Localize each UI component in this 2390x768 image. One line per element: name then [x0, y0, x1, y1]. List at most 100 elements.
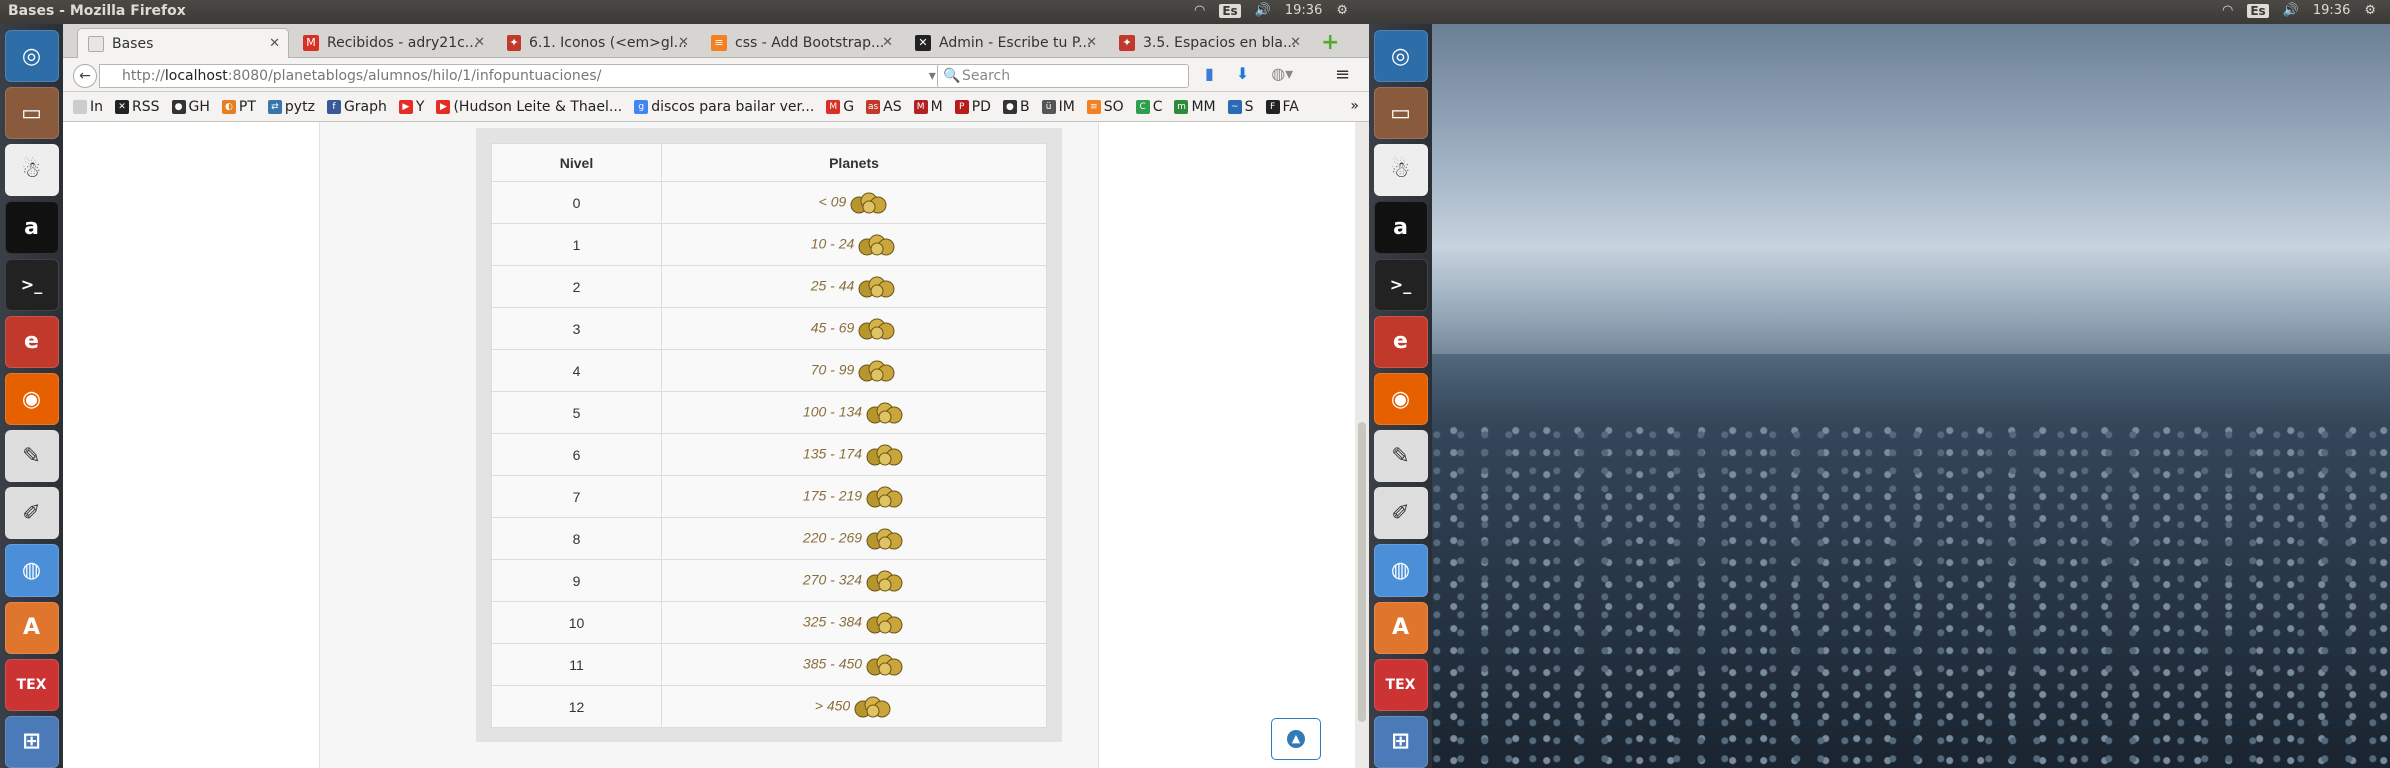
bookmark-pytz[interactable]: ⇄ pytz — [267, 99, 315, 115]
bookmark-im[interactable]: ü IM — [1041, 99, 1075, 115]
bookmark-mm[interactable]: m MM — [1174, 99, 1216, 115]
gear-icon[interactable]: ⚙ — [2364, 3, 2376, 18]
close-icon[interactable]: ✕ — [882, 35, 893, 50]
tab-label: css - Add Bootstrap... — [735, 35, 885, 51]
bookmark-as[interactable]: as AS — [866, 99, 902, 115]
inkscape-icon[interactable]: ☃ — [4, 144, 59, 197]
notes-icon[interactable]: ✐ — [1373, 487, 1428, 540]
bookmark-graph[interactable]: f Graph — [326, 99, 387, 115]
firefox-icon[interactable]: ◉ — [1373, 372, 1428, 426]
firefox-icon[interactable]: ◉ — [4, 372, 59, 426]
url-path: :8080/planetablogs/alumnos/hilo/1/infopu… — [227, 68, 602, 84]
close-icon[interactable]: ✕ — [269, 36, 280, 51]
nivel-cell: 7 — [491, 475, 662, 518]
keyboard-layout[interactable]: Es — [1219, 3, 1241, 18]
text-editor-icon[interactable]: e — [4, 315, 59, 368]
texmaker-icon[interactable]: TEX — [4, 658, 59, 711]
bookmark-discos[interactable]: g discos para bailar ver... — [634, 99, 814, 115]
file-manager-icon[interactable]: ▭ — [1373, 87, 1428, 140]
hamburger-menu-icon[interactable]: ≡ — [1335, 64, 1350, 85]
tab-bases[interactable]: Bases ✕ — [77, 28, 289, 58]
bookmark-pd[interactable]: P PD — [954, 99, 991, 115]
close-icon[interactable]: ✕ — [1086, 35, 1097, 50]
gear-icon[interactable]: ⚙ — [1336, 3, 1348, 18]
bookmark-so[interactable]: ≡ SO — [1086, 99, 1124, 115]
amazon-icon[interactable]: a — [1373, 201, 1428, 254]
file-manager-icon[interactable]: ▭ — [4, 87, 59, 140]
close-icon[interactable]: ✕ — [474, 35, 485, 50]
bookmark-hudson[interactable]: ▶ (Hudson Leite & Thael... — [436, 99, 622, 115]
planets-cell: 70 - 99 — [661, 349, 1047, 392]
texmaker-icon[interactable]: TEX — [1373, 658, 1428, 711]
clock[interactable]: 19:36 — [1285, 3, 1322, 18]
keyboard-layout[interactable]: Es — [2247, 3, 2269, 18]
bookmark-s[interactable]: ~ S — [1227, 99, 1254, 115]
wifi-icon[interactable]: ◠ — [1194, 3, 1205, 18]
wallpaper-sea — [1432, 354, 2390, 434]
bookmark-c[interactable]: CC — [1135, 99, 1162, 115]
workspace-icon[interactable]: ⊞ — [1373, 715, 1428, 768]
terminal-icon[interactable]: >_ — [4, 258, 59, 311]
bookmark-b[interactable]: ● B — [1002, 99, 1030, 115]
tab-iconos[interactable]: ✦ 6.1. Iconos (<em>gl... ✕ — [497, 28, 697, 58]
notes-icon[interactable]: ✐ — [4, 487, 59, 540]
launcher-right: ◎ ▭ ☃ a >_ e ◉ ✎ ✐ ◍ A TEX ⊞ — [1369, 24, 1432, 768]
close-icon[interactable]: ✕ — [1290, 35, 1301, 50]
system-tray-right[interactable]: ◠ Es 🔊 19:36 ⚙ — [2222, 3, 2376, 18]
clock[interactable]: 19:36 — [2313, 3, 2350, 18]
planets-cell: > 450 — [661, 685, 1047, 728]
table-row: 12 > 450 — [491, 685, 1047, 728]
bookmarks-library-icon[interactable]: ▮ — [1205, 64, 1214, 83]
software-center-icon[interactable]: A — [4, 601, 59, 654]
wifi-icon[interactable]: ◠ — [2222, 3, 2233, 18]
close-icon[interactable]: ✕ — [678, 35, 689, 50]
globe-icon[interactable]: ◍▾ — [1271, 64, 1293, 83]
planets-cell: 100 - 134 — [661, 391, 1047, 434]
tab-gmail[interactable]: M Recibidos - adry21c... ✕ — [293, 28, 493, 58]
bookmark-in[interactable]: In — [73, 99, 103, 115]
amazon-icon[interactable]: a — [4, 201, 59, 254]
new-tab-button[interactable]: + — [1321, 30, 1339, 55]
bookmark-y[interactable]: ▶ Y — [398, 99, 424, 115]
download-icon[interactable]: ⬇ — [1236, 64, 1249, 83]
system-tray-left[interactable]: ◠ Es 🔊 19:36 ⚙ — [1194, 3, 1348, 18]
wallpaper-beach — [1432, 424, 2390, 768]
vertical-scrollbar[interactable] — [1355, 122, 1369, 768]
bookmark-pt[interactable]: ◐ PT — [221, 99, 256, 115]
software-center-icon[interactable]: A — [1373, 601, 1428, 654]
ubuntu-dash-icon[interactable]: ◎ — [1373, 30, 1428, 83]
back-button[interactable]: ← — [73, 64, 97, 88]
terminal-icon[interactable]: >_ — [1373, 258, 1428, 311]
chromium-icon[interactable]: ◍ — [4, 544, 59, 597]
coins-icon — [858, 234, 895, 255]
pt-icon: ◐ — [221, 99, 236, 114]
so-icon: ≡ — [1086, 99, 1101, 114]
search-input[interactable]: 🔍 Search — [937, 64, 1189, 88]
text-editor-icon[interactable]: e — [1373, 315, 1428, 368]
chevron-right-icon[interactable]: » — [1350, 98, 1359, 114]
bookmark-rss[interactable]: ✕ RSS — [115, 99, 160, 115]
scrollbar-thumb[interactable] — [1358, 422, 1366, 722]
github-icon: ● — [1002, 99, 1017, 114]
nivel-cell: 8 — [491, 517, 662, 560]
volume-icon[interactable]: 🔊 — [2283, 3, 2299, 18]
tab-stackoverflow[interactable]: ≡ css - Add Bootstrap... ✕ — [701, 28, 901, 58]
youtube-icon: ▶ — [398, 99, 413, 114]
workspace-icon[interactable]: ⊞ — [4, 715, 59, 768]
bookmark-m[interactable]: MM — [913, 99, 943, 115]
chromium-icon[interactable]: ◍ — [1373, 544, 1428, 597]
tab-espacios[interactable]: ✦ 3.5. Espacios en bla... ✕ — [1109, 28, 1309, 58]
coins-icon — [866, 444, 903, 465]
url-bar[interactable]: http://localhost:8080/planetablogs/alumn… — [99, 64, 959, 88]
inkscape-icon[interactable]: ☃ — [1373, 144, 1428, 197]
bookmark-gh[interactable]: ● GH — [171, 99, 210, 115]
scroll-top-button[interactable]: ▲ — [1271, 718, 1321, 760]
tab-admin[interactable]: ✕ Admin - Escribe tu P... ✕ — [905, 28, 1105, 58]
bookmark-fa[interactable]: F FA — [1265, 99, 1299, 115]
gedit-icon[interactable]: ✎ — [1373, 430, 1428, 483]
gedit-icon[interactable]: ✎ — [4, 430, 59, 483]
ubuntu-dash-icon[interactable]: ◎ — [4, 30, 59, 83]
bookmark-g[interactable]: MG — [826, 99, 854, 115]
volume-icon[interactable]: 🔊 — [1255, 3, 1271, 18]
table-row: 2 25 - 44 — [491, 265, 1047, 308]
